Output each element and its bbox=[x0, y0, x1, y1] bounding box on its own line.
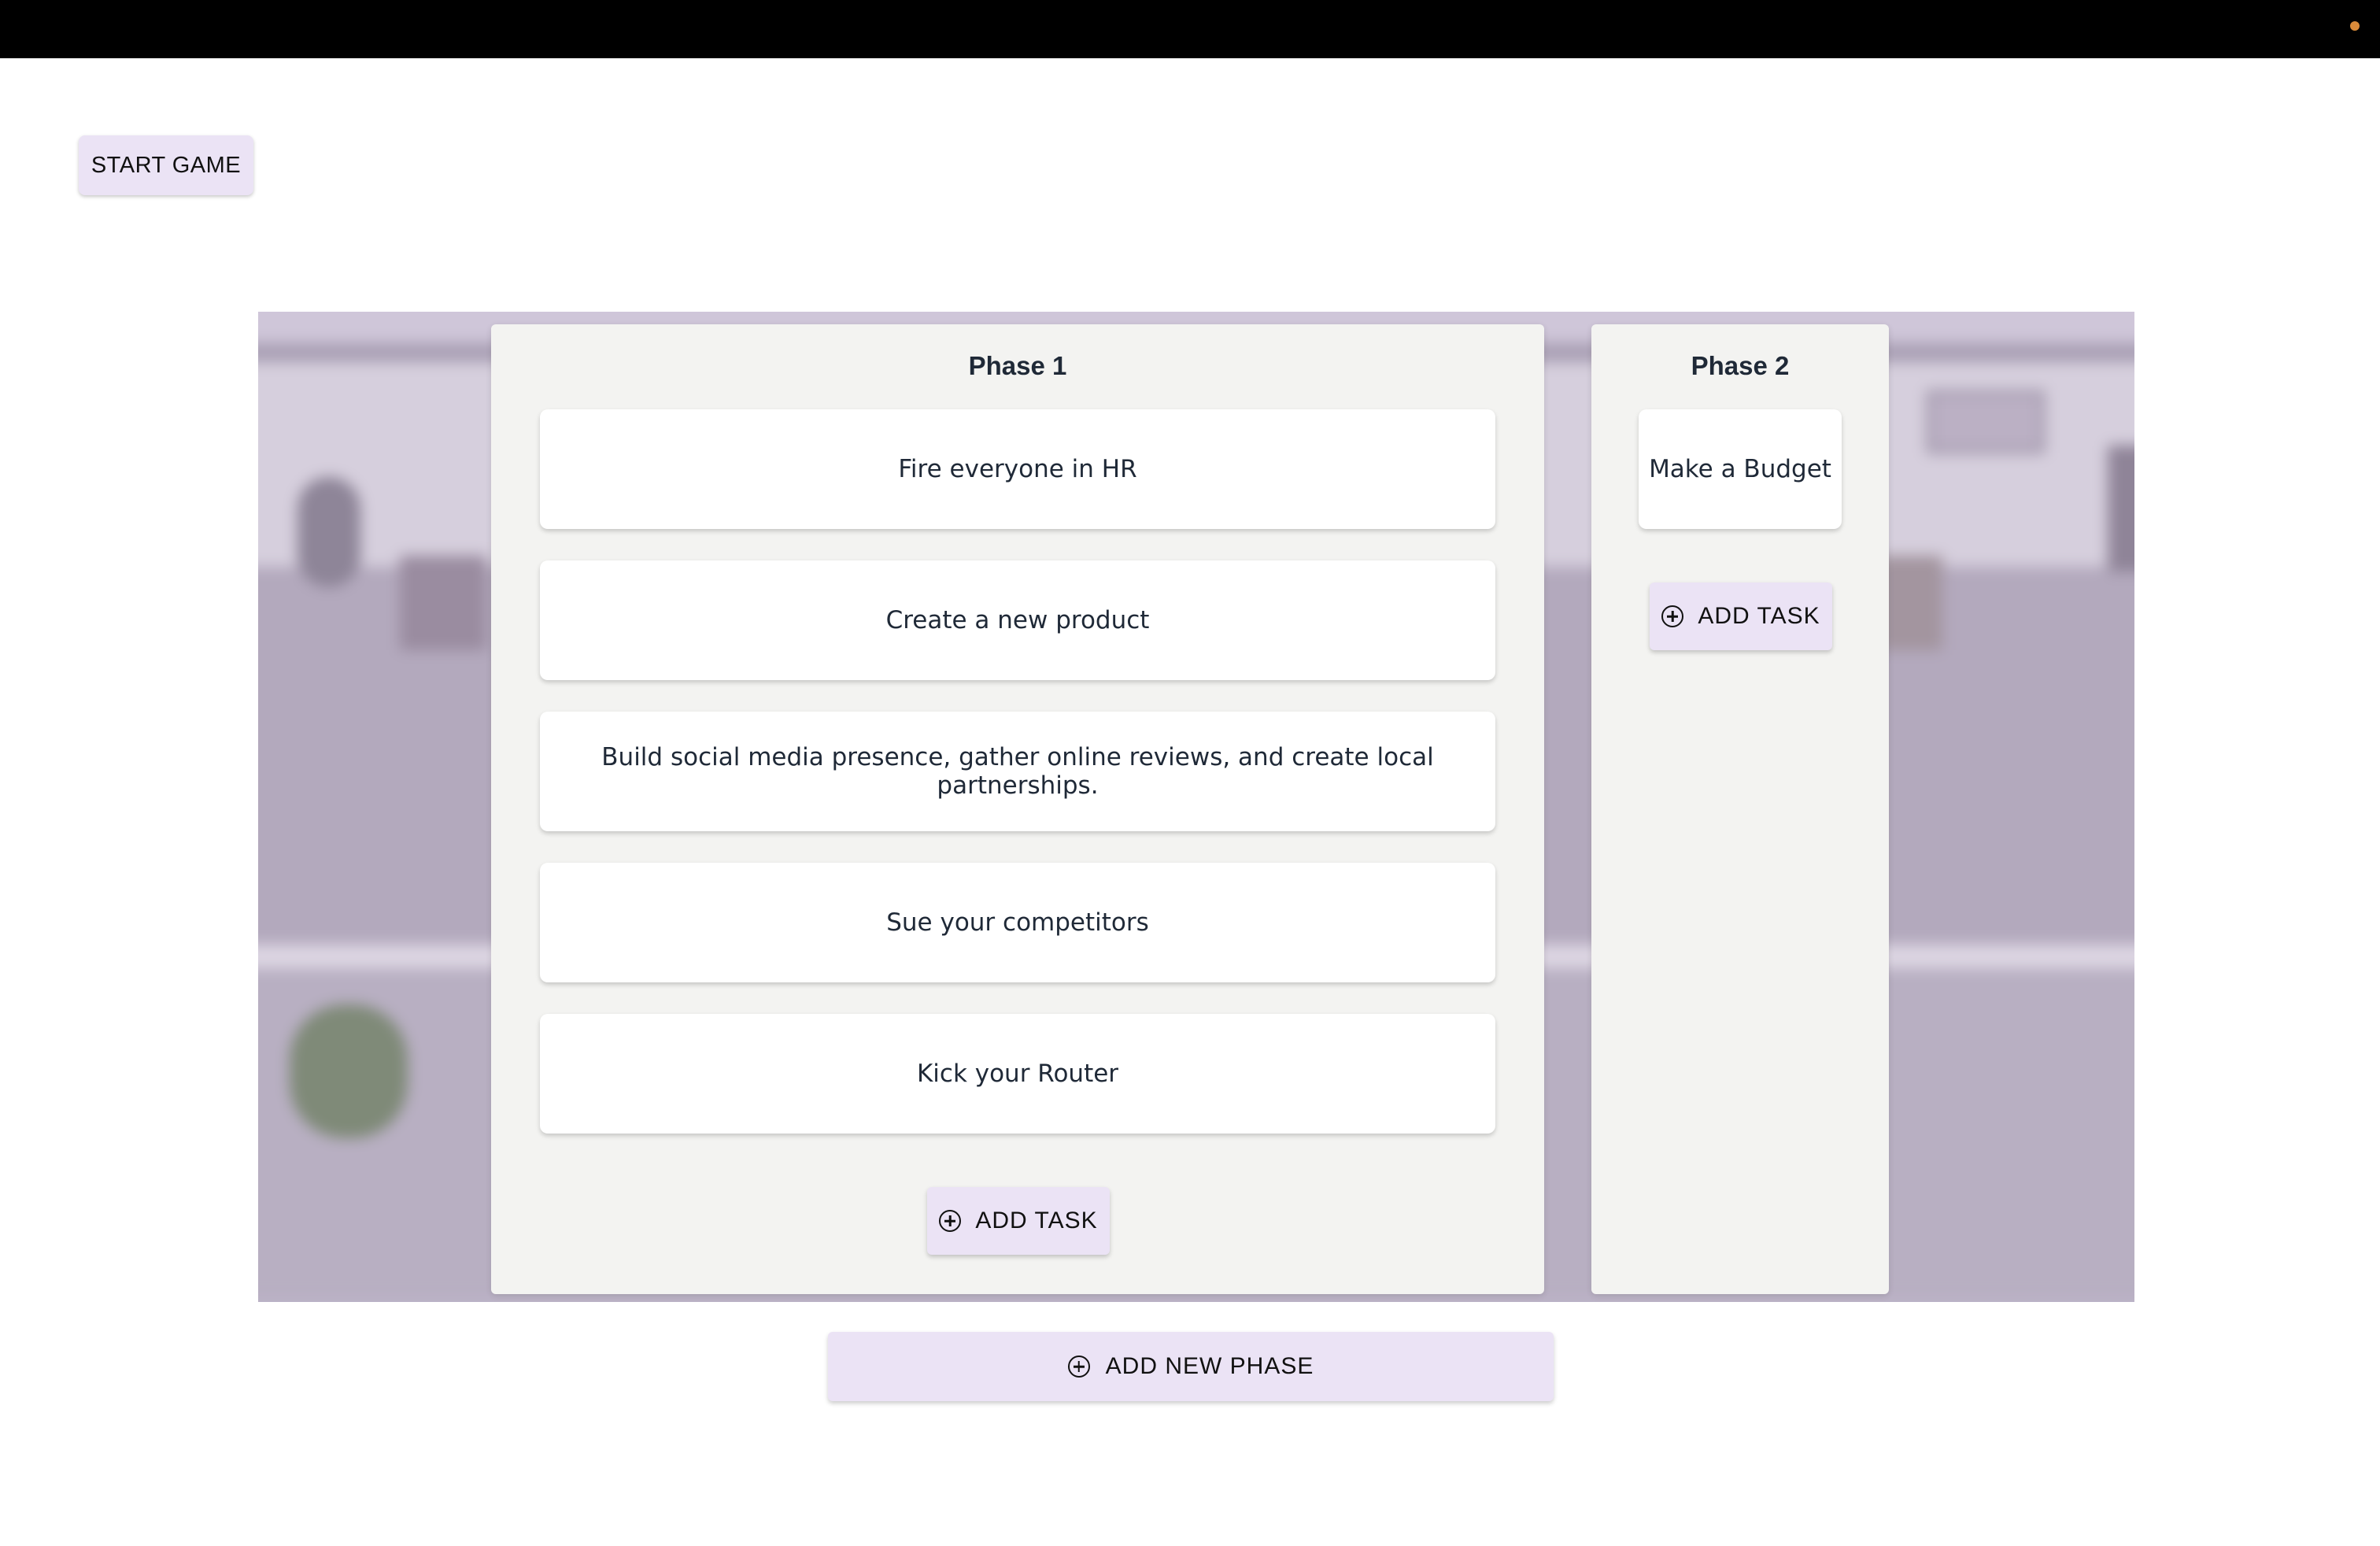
task-card[interactable]: Build social media presence, gather onli… bbox=[540, 712, 1495, 831]
add-new-phase-button[interactable]: ADD NEW PHASE bbox=[828, 1332, 1554, 1401]
plus-circle-icon bbox=[939, 1210, 962, 1232]
phase-column-1: Phase 1 Fire everyone in HR Create a new… bbox=[491, 324, 1544, 1294]
add-task-button[interactable]: ADD TASK bbox=[1650, 583, 1832, 650]
task-card[interactable]: Sue your competitors bbox=[540, 863, 1495, 982]
plus-circle-icon bbox=[1661, 605, 1684, 627]
top-bar bbox=[0, 0, 2380, 58]
add-task-label: ADD TASK bbox=[1698, 603, 1820, 629]
phase-title: Phase 2 bbox=[1691, 351, 1790, 380]
add-task-button[interactable]: ADD TASK bbox=[927, 1187, 1110, 1255]
task-card[interactable]: Kick your Router bbox=[540, 1014, 1495, 1134]
task-card[interactable]: Create a new product bbox=[540, 560, 1495, 680]
phase-column-2: Phase 2 Make a Budget ADD TASK bbox=[1591, 324, 1889, 1294]
plus-circle-icon bbox=[1067, 1356, 1090, 1378]
task-card[interactable]: Fire everyone in HR bbox=[540, 409, 1495, 529]
add-new-phase-label: ADD NEW PHASE bbox=[1105, 1353, 1314, 1379]
phase-board: Phase 1 Fire everyone in HR Create a new… bbox=[491, 324, 2042, 1294]
task-card[interactable]: Make a Budget bbox=[1639, 409, 1842, 529]
phase-title: Phase 1 bbox=[968, 351, 1067, 380]
add-task-label: ADD TASK bbox=[975, 1208, 1098, 1233]
status-dot bbox=[2350, 21, 2360, 31]
start-game-button[interactable]: START GAME bbox=[79, 135, 253, 195]
